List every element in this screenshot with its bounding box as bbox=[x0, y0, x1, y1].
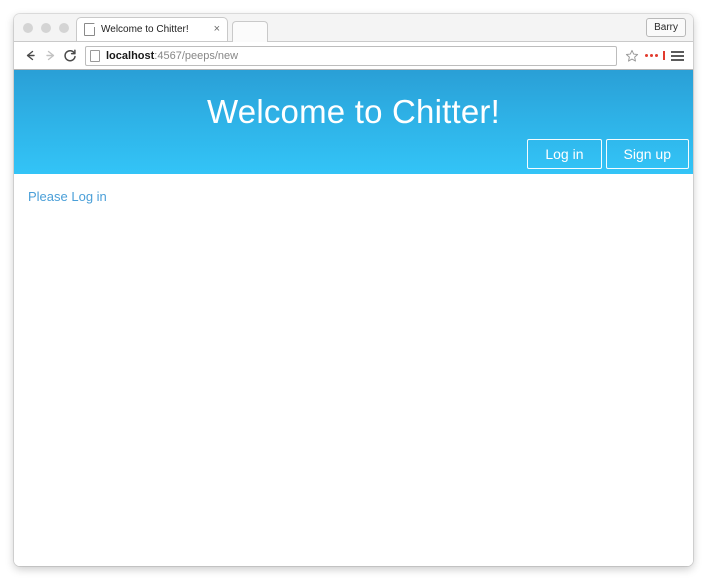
flash-message-link[interactable]: Please Log in bbox=[28, 189, 107, 204]
reload-icon[interactable] bbox=[60, 46, 80, 66]
close-icon[interactable]: × bbox=[211, 24, 223, 35]
profile-button-label: Barry bbox=[654, 22, 678, 33]
bookmark-star-icon[interactable] bbox=[623, 47, 641, 65]
address-bar[interactable]: localhost:4567/peeps/new bbox=[85, 45, 617, 66]
minimize-window-button[interactable] bbox=[41, 23, 51, 33]
url-text: localhost:4567/peeps/new bbox=[106, 50, 238, 62]
menu-line bbox=[670, 50, 684, 53]
page-viewport: Welcome to Chitter! Log in Sign up Pleas… bbox=[14, 70, 693, 566]
browser-toolbar: localhost:4567/peeps/new bbox=[14, 42, 693, 70]
forward-icon[interactable] bbox=[40, 46, 60, 66]
red-dot bbox=[650, 54, 653, 57]
page-icon bbox=[90, 49, 100, 62]
page-title: Welcome to Chitter! bbox=[207, 93, 500, 130]
back-icon[interactable] bbox=[20, 46, 40, 66]
page-icon bbox=[84, 23, 95, 36]
close-window-button[interactable] bbox=[23, 23, 33, 33]
extension-red-dots-icon[interactable] bbox=[643, 47, 667, 65]
red-bar bbox=[663, 51, 665, 60]
menu-line bbox=[670, 58, 684, 61]
tab-title: Welcome to Chitter! bbox=[101, 24, 189, 35]
url-path: :4567/peeps/new bbox=[154, 49, 239, 62]
maximize-window-button[interactable] bbox=[59, 23, 69, 33]
site-header: Welcome to Chitter! Log in Sign up bbox=[14, 70, 693, 174]
hamburger-menu-icon[interactable] bbox=[667, 47, 687, 65]
signup-button[interactable]: Sign up bbox=[605, 138, 689, 169]
browser-tab-active[interactable]: Welcome to Chitter! × bbox=[76, 17, 228, 41]
login-button[interactable]: Log in bbox=[527, 138, 602, 169]
menu-line bbox=[670, 54, 684, 57]
profile-button[interactable]: Barry bbox=[646, 18, 686, 37]
red-dot bbox=[655, 54, 658, 57]
window-controls bbox=[23, 23, 69, 33]
auth-buttons: Log in Sign up bbox=[527, 138, 689, 169]
red-dot bbox=[645, 54, 648, 57]
tab-strip: Welcome to Chitter! × Barry bbox=[14, 14, 693, 42]
url-host: localhost bbox=[106, 49, 155, 62]
red-dots-group bbox=[645, 51, 665, 60]
browser-window: Welcome to Chitter! × Barry localhost:45… bbox=[14, 14, 693, 566]
new-tab-button[interactable] bbox=[232, 21, 268, 42]
page-body: Please Log in bbox=[14, 174, 693, 566]
